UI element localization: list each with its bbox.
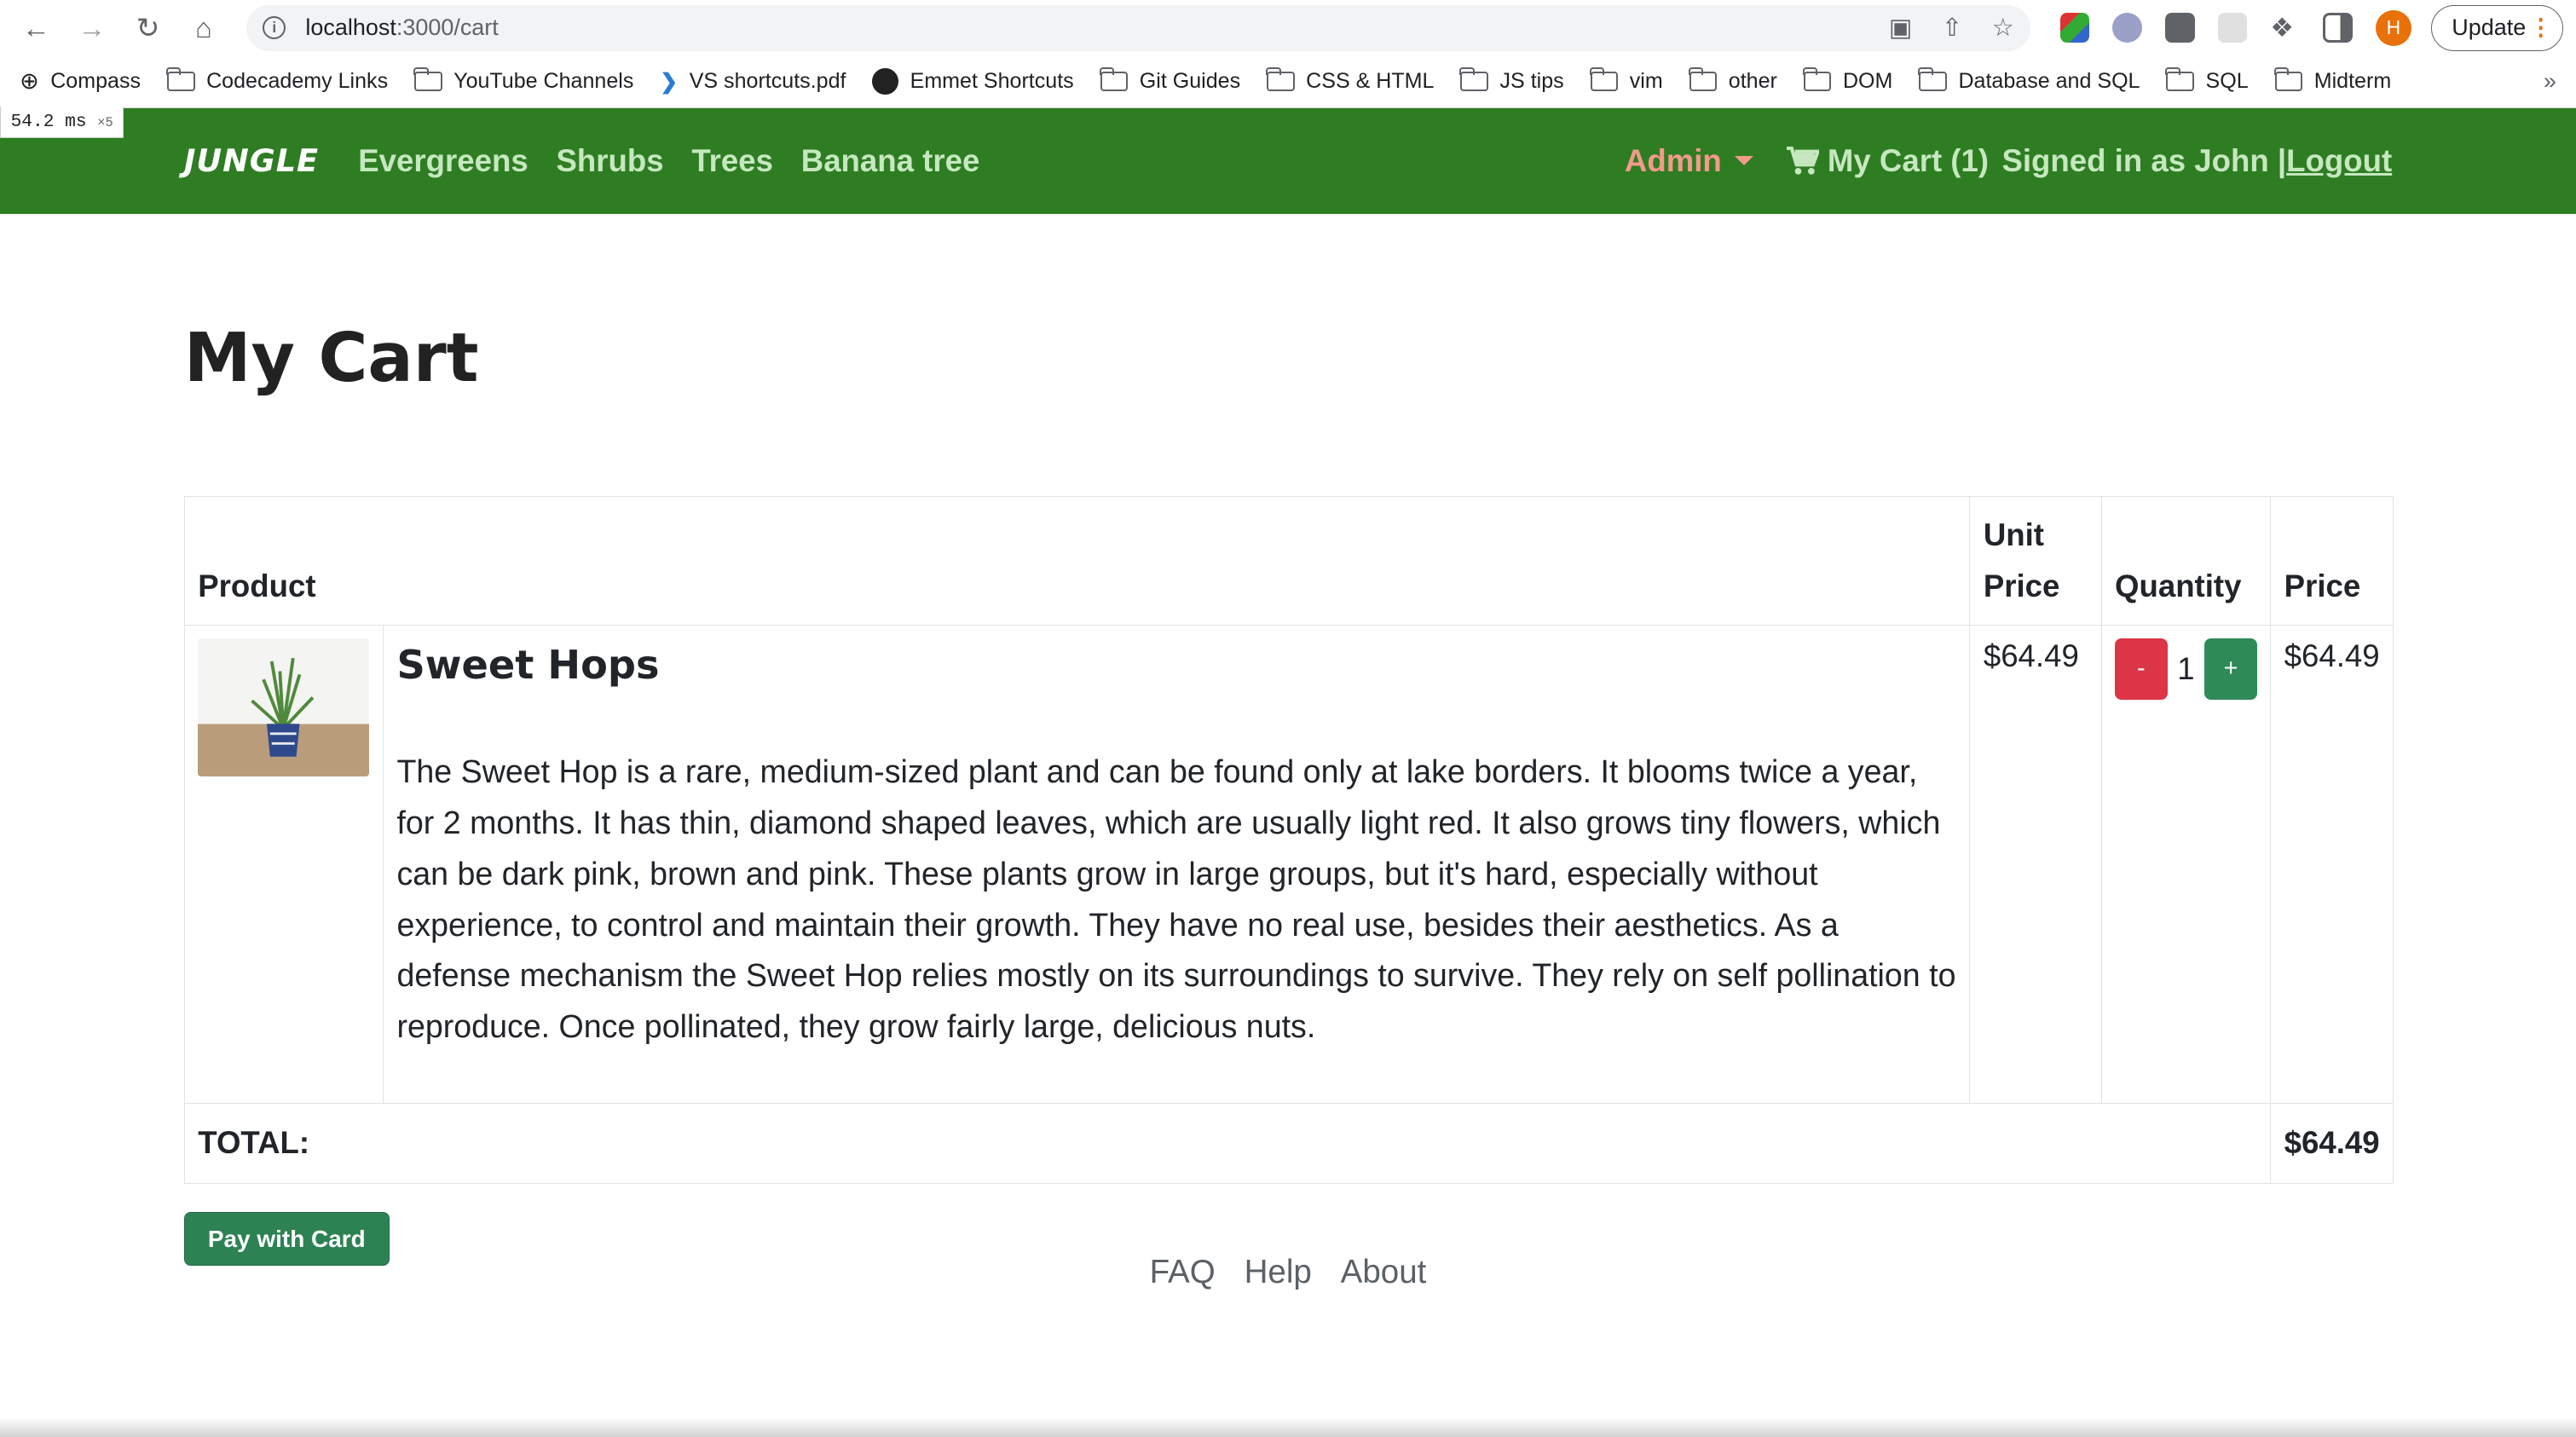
star-icon[interactable]: ☆ — [1992, 13, 2014, 43]
folder-icon — [1266, 66, 1295, 92]
bookmarks-overflow-button[interactable]: » — [2544, 68, 2556, 95]
bookmark-item[interactable]: JS tips — [1459, 66, 1564, 94]
extension-icon[interactable] — [2112, 13, 2142, 43]
bookmark-item[interactable]: Git Guides — [1099, 66, 1240, 94]
bookmark-item[interactable]: DOM — [1802, 66, 1892, 94]
nav-link-trees[interactable]: Trees — [691, 143, 773, 179]
bottom-shadow — [0, 1417, 2576, 1437]
product-image[interactable] — [198, 638, 369, 777]
bookmark-item[interactable]: ❯ VS shortcuts.pdf — [660, 69, 846, 95]
col-header-product: Product — [183, 495, 1971, 626]
perf-badge: 54.2 ms ×5 — [0, 107, 124, 138]
decrease-quantity-button[interactable]: - — [2115, 638, 2168, 700]
page-title: My Cart — [183, 318, 479, 397]
address-bar[interactable]: i localhost:3000/cart ▣ ⇧ ☆ — [246, 4, 2030, 51]
bookmark-item[interactable]: YouTube Channels — [413, 66, 633, 94]
footer-link-about[interactable]: About — [1341, 1254, 1427, 1290]
avatar[interactable]: H — [2375, 9, 2411, 46]
folder-icon — [2273, 66, 2303, 92]
url-host: localhost — [305, 14, 396, 41]
browser-toolbar: ← → ↻ ⌂ i localhost:3000/cart ▣ ⇧ ☆ ❖ H … — [0, 0, 2576, 56]
bookmark-item[interactable]: Database and SQL — [1918, 66, 2140, 94]
footer-link-help[interactable]: Help — [1245, 1254, 1312, 1290]
extension-icon[interactable] — [2059, 13, 2090, 43]
bookmark-item[interactable]: Emmet Shortcuts — [872, 68, 1074, 95]
brand-logo[interactable]: JUNGLE — [184, 142, 319, 179]
puzzle-icon[interactable]: ❖ — [2270, 13, 2300, 43]
update-button[interactable]: Update — [2431, 4, 2563, 51]
nav-link-shrubs[interactable]: Shrubs — [556, 143, 663, 179]
emmet-icon — [872, 68, 899, 95]
increase-quantity-button[interactable]: + — [2204, 638, 2257, 700]
col-header-quantity: Quantity — [2100, 495, 2272, 626]
bookmark-item[interactable]: Midterm — [2273, 66, 2391, 94]
bookmark-item[interactable]: vim — [1589, 66, 1663, 94]
site-navbar: JUNGLE Evergreens Shrubs Trees Banana tr… — [0, 108, 2576, 214]
nav-link-banana-tree[interactable]: Banana tree — [801, 143, 980, 179]
nav-link-evergreens[interactable]: Evergreens — [358, 143, 528, 179]
folder-icon — [1802, 66, 1832, 92]
bookmark-item[interactable]: SQL — [2165, 66, 2249, 94]
footer-links: FAQ Help About — [0, 1254, 2576, 1291]
product-description: The Sweet Hop is a rare, medium-sized pl… — [396, 753, 1956, 1045]
line-price: $64.49 — [2270, 624, 2394, 1104]
quantity-value: 1 — [2177, 650, 2195, 686]
signed-in-text: Signed in as John | — [2001, 142, 2287, 178]
folder-icon — [165, 66, 195, 92]
col-header-unit-price: Unit Price — [1969, 495, 2102, 626]
folder-icon — [413, 66, 442, 92]
folder-icon — [1459, 66, 1489, 92]
folder-icon — [1918, 66, 1947, 92]
side-panel-icon[interactable] — [2322, 13, 2353, 43]
footer-link-faq[interactable]: FAQ — [1150, 1254, 1216, 1290]
url-path: :3000/cart — [396, 14, 499, 41]
bookmark-item[interactable]: Codecademy Links — [165, 66, 388, 94]
vscode-icon: ❯ — [660, 69, 679, 94]
my-cart-link[interactable]: My Cart (1) — [1786, 143, 1989, 179]
folder-icon — [2165, 66, 2195, 92]
total-value: $64.49 — [2270, 1102, 2394, 1185]
extension-icon[interactable] — [2217, 13, 2248, 43]
col-header-price: Price — [2270, 495, 2394, 626]
share-icon[interactable]: ⇧ — [1942, 13, 1962, 43]
home-icon[interactable]: ⌂ — [181, 5, 227, 51]
admin-dropdown[interactable]: Admin — [1625, 143, 1754, 179]
folder-icon — [1688, 66, 1718, 92]
extension-icon[interactable] — [2164, 13, 2195, 43]
unit-price: $64.49 — [1969, 624, 2102, 1104]
compass-icon: ⊕ — [20, 68, 39, 95]
bookmark-item[interactable]: other — [1688, 66, 1777, 94]
folder-icon — [1099, 66, 1129, 92]
card-icon[interactable]: ▣ — [1889, 13, 1912, 43]
folder-icon — [1589, 66, 1619, 92]
bookmarks-bar: ⊕ Compass Codecademy Links YouTube Channe… — [0, 56, 2576, 109]
reload-icon[interactable]: ↻ — [124, 5, 170, 51]
cart-table: Product Unit Price Quantity Price Sweet … — [183, 495, 2394, 1185]
forward-icon[interactable]: → — [69, 5, 115, 51]
cart-icon — [1786, 146, 1820, 175]
logout-link[interactable]: Logout — [2286, 143, 2392, 179]
caret-down-icon — [1735, 156, 1754, 165]
back-icon[interactable]: ← — [13, 5, 59, 51]
table-row: Sweet Hops The Sweet Hop is a rare, medi… — [183, 624, 2394, 1104]
bookmark-item[interactable]: CSS & HTML — [1266, 66, 1434, 94]
total-row: TOTAL: $64.49 — [183, 1102, 2394, 1185]
total-label: TOTAL: — [183, 1102, 2272, 1185]
site-info-icon[interactable]: i — [263, 16, 286, 40]
product-name[interactable]: Sweet Hops — [396, 642, 1956, 688]
bookmark-item[interactable]: ⊕ Compass — [20, 68, 141, 95]
